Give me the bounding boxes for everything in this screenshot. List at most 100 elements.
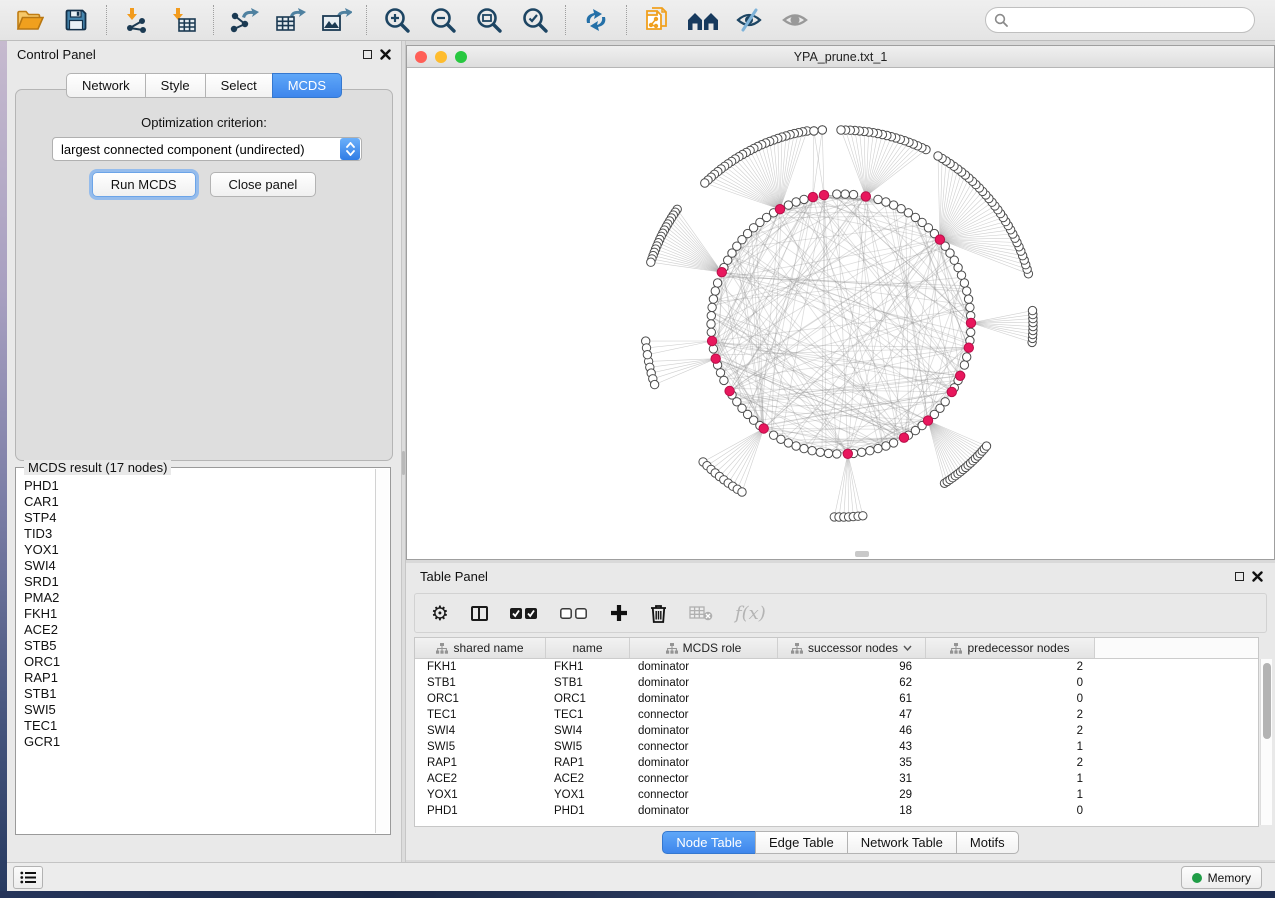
- leaf-node[interactable]: [837, 126, 845, 134]
- ring-node[interactable]: [816, 448, 824, 456]
- ring-node[interactable]: [808, 447, 816, 455]
- ring-node[interactable]: [707, 328, 715, 336]
- search-input[interactable]: [1013, 13, 1246, 28]
- leaf-node[interactable]: [982, 442, 990, 450]
- import-network-icon[interactable]: [119, 4, 155, 36]
- table-row[interactable]: FKH1 FKH1 dominator 96 2: [415, 659, 1258, 675]
- ring-node[interactable]: [707, 320, 715, 328]
- zoom-fit-icon[interactable]: [471, 4, 507, 36]
- ring-node[interactable]: [824, 449, 832, 457]
- table-row[interactable]: RAP1 RAP1 dominator 35 2: [415, 755, 1258, 771]
- mcds-result-item[interactable]: SWI5: [18, 702, 374, 718]
- show-columns-icon[interactable]: [471, 606, 488, 621]
- ring-node[interactable]: [800, 444, 808, 452]
- column-header-mcds-role[interactable]: MCDS role: [630, 638, 778, 658]
- leaf-node[interactable]: [810, 127, 818, 135]
- splitter-grip[interactable]: [402, 451, 405, 475]
- mcds-node[interactable]: [775, 205, 784, 214]
- ring-node[interactable]: [720, 376, 728, 384]
- float-table-panel-icon[interactable]: [1235, 572, 1244, 581]
- leaf-node[interactable]: [647, 258, 655, 266]
- mcds-result-item[interactable]: GCR1: [18, 734, 374, 750]
- tab-motifs[interactable]: Motifs: [956, 831, 1019, 854]
- add-row-icon[interactable]: [610, 604, 628, 622]
- column-header-name[interactable]: name: [546, 638, 630, 658]
- mcds-node[interactable]: [947, 387, 956, 396]
- deselect-all-icon[interactable]: [560, 607, 588, 620]
- mcds-result-item[interactable]: PMA2: [18, 590, 374, 606]
- ring-node[interactable]: [784, 439, 792, 447]
- ring-node[interactable]: [963, 287, 971, 295]
- mcds-node[interactable]: [935, 235, 944, 244]
- close-panel-button[interactable]: Close panel: [210, 172, 317, 197]
- network-canvas[interactable]: [407, 68, 1274, 559]
- network-window-titlebar[interactable]: YPA_prune.txt_1: [407, 46, 1274, 68]
- tab-select[interactable]: Select: [205, 73, 273, 98]
- home-network-icon[interactable]: [685, 4, 721, 36]
- mcds-result-item[interactable]: STB1: [18, 686, 374, 702]
- table-row[interactable]: SWI4 SWI4 dominator 46 2: [415, 723, 1258, 739]
- zoom-out-icon[interactable]: [425, 4, 461, 36]
- ring-node[interactable]: [960, 279, 968, 287]
- ring-node[interactable]: [833, 190, 841, 198]
- tab-edge-table[interactable]: Edge Table: [755, 831, 848, 854]
- tab-mcds[interactable]: MCDS: [272, 73, 342, 98]
- run-mcds-button[interactable]: Run MCDS: [92, 172, 196, 197]
- mcds-result-item[interactable]: STB5: [18, 638, 374, 654]
- ring-node[interactable]: [889, 439, 897, 447]
- mcds-node[interactable]: [964, 343, 973, 352]
- ring-node[interactable]: [800, 195, 808, 203]
- ring-node[interactable]: [713, 279, 721, 287]
- ring-node[interactable]: [963, 353, 971, 361]
- leaf-node[interactable]: [701, 179, 709, 187]
- clone-network-icon[interactable]: [639, 4, 675, 36]
- ring-node[interactable]: [941, 398, 949, 406]
- mcds-result-item[interactable]: RAP1: [18, 670, 374, 686]
- leaf-node[interactable]: [1028, 306, 1036, 314]
- table-row[interactable]: YOX1 YOX1 connector 29 1: [415, 787, 1258, 803]
- ring-node[interactable]: [874, 195, 882, 203]
- criterion-dropdown[interactable]: largest connected component (undirected): [52, 137, 362, 161]
- table-row[interactable]: STB1 STB1 dominator 62 0: [415, 675, 1258, 691]
- mcds-node[interactable]: [717, 268, 726, 277]
- open-file-icon[interactable]: [12, 4, 48, 36]
- column-header-predecessor-nodes[interactable]: predecessor nodes: [926, 638, 1095, 658]
- hide-selected-eye-icon[interactable]: [731, 4, 767, 36]
- ring-node[interactable]: [711, 287, 719, 295]
- mcds-node[interactable]: [819, 190, 828, 199]
- tab-network-table[interactable]: Network Table: [847, 831, 957, 854]
- tab-node-table[interactable]: Node Table: [662, 831, 756, 854]
- ring-node[interactable]: [967, 328, 975, 336]
- save-session-icon[interactable]: [58, 4, 94, 36]
- mcds-node[interactable]: [759, 424, 768, 433]
- zoom-selected-icon[interactable]: [517, 4, 553, 36]
- ring-node[interactable]: [964, 295, 972, 303]
- search-field[interactable]: [985, 7, 1255, 33]
- table-row[interactable]: TEC1 TEC1 connector 47 2: [415, 707, 1258, 723]
- memory-button[interactable]: Memory: [1181, 866, 1262, 889]
- mcds-result-item[interactable]: ORC1: [18, 654, 374, 670]
- float-panel-icon[interactable]: [363, 50, 372, 59]
- ring-node[interactable]: [858, 448, 866, 456]
- column-header-successor-nodes[interactable]: successor nodes: [778, 638, 926, 658]
- mcds-result-item[interactable]: SRD1: [18, 574, 374, 590]
- ring-node[interactable]: [709, 295, 717, 303]
- delete-table-icon[interactable]: [689, 605, 713, 621]
- import-table-icon[interactable]: [165, 4, 201, 36]
- mcds-node[interactable]: [725, 386, 734, 395]
- export-image-icon[interactable]: [318, 4, 354, 36]
- ring-node[interactable]: [841, 190, 849, 198]
- ring-node[interactable]: [707, 312, 715, 320]
- leaf-node[interactable]: [934, 152, 942, 160]
- mcds-result-item[interactable]: PHD1: [18, 478, 374, 494]
- ring-node[interactable]: [882, 442, 890, 450]
- mcds-node[interactable]: [966, 318, 975, 327]
- table-settings-gear-icon[interactable]: ⚙: [431, 603, 449, 623]
- ring-node[interactable]: [889, 201, 897, 209]
- show-hidden-eye-icon[interactable]: [777, 4, 813, 36]
- mcds-result-item[interactable]: FKH1: [18, 606, 374, 622]
- leaf-node[interactable]: [643, 351, 651, 359]
- delete-row-icon[interactable]: [650, 604, 667, 623]
- mcds-result-item[interactable]: SWI4: [18, 558, 374, 574]
- ring-node[interactable]: [866, 447, 874, 455]
